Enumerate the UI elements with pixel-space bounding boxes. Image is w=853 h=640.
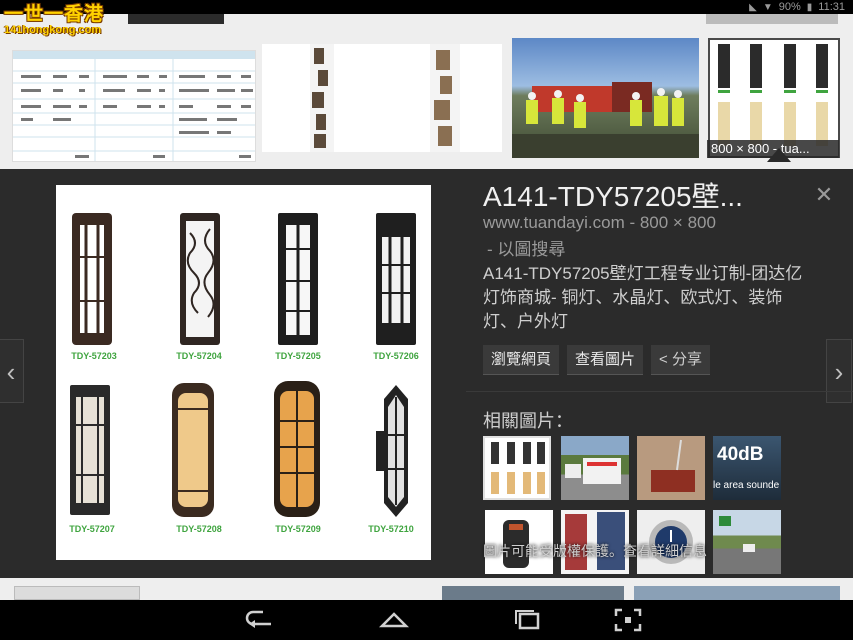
battery-icon: ▮ xyxy=(806,1,813,13)
share-button[interactable]: < 分享 xyxy=(651,345,710,375)
source-link[interactable]: www.tuandayi.com - 800 × 800 xyxy=(483,213,716,233)
result-image-table[interactable] xyxy=(12,50,256,162)
view-image-button[interactable]: 查看圖片 xyxy=(567,345,644,375)
lamp-57205 xyxy=(278,213,318,345)
back-icon[interactable] xyxy=(243,608,275,632)
lamp-57204 xyxy=(180,213,220,345)
lamp-57210 xyxy=(376,385,408,517)
copyright-notice: 圖片可能受版權保護。查看詳細信息 xyxy=(483,543,707,559)
lamp-code: TDY-57210 xyxy=(368,524,414,534)
divider xyxy=(466,391,853,392)
preview-image[interactable]: TDY-57203 TDY-57204 TDY-57205 TDY-57206 … xyxy=(56,185,431,560)
next-arrow-icon[interactable]: › xyxy=(826,339,852,403)
table-lines xyxy=(13,51,255,161)
result-top-edge xyxy=(128,14,224,24)
result-thumb-partial[interactable] xyxy=(442,586,624,600)
thumb-sound-badge: 40dB xyxy=(717,444,764,465)
close-icon[interactable]: ✕ xyxy=(812,183,836,207)
result-top-edge xyxy=(706,14,838,24)
people-thumbnails xyxy=(310,44,460,152)
previous-arrow-icon[interactable]: ‹ xyxy=(0,339,24,403)
thumb-lamps-art xyxy=(491,442,545,494)
lamp-code: TDY-57203 xyxy=(71,351,117,361)
lamp-57208 xyxy=(172,383,214,517)
selection-pointer xyxy=(767,148,791,162)
lamp-57206 xyxy=(376,213,416,345)
image-results-strip: 800 × 800 - tua... xyxy=(0,14,853,169)
action-buttons: 瀏覽網頁 查看圖片 < 分享 xyxy=(483,345,710,375)
visit-page-button[interactable]: 瀏覽網頁 xyxy=(483,345,560,375)
rescue-scene xyxy=(512,82,699,158)
image-title: A141-TDY57205壁... xyxy=(483,181,743,212)
lamp-code: TDY-57209 xyxy=(275,524,321,534)
thumb-highway-art xyxy=(719,516,755,552)
lamp-code: TDY-57204 xyxy=(176,351,222,361)
lamp-code: TDY-57208 xyxy=(176,524,222,534)
status-icons: ◣ ▼ 90% ▮ 11:31 xyxy=(749,0,845,14)
more-results-strip xyxy=(0,578,853,600)
related-thumb-lamps[interactable] xyxy=(483,436,551,500)
clock: 11:31 xyxy=(818,1,845,13)
lamp-code: TDY-57206 xyxy=(373,351,419,361)
navigation-bar xyxy=(0,600,853,640)
battery-percent: 90% xyxy=(778,1,801,13)
thumb-ambulance-art xyxy=(565,458,621,484)
related-images-heading: 相關圖片： xyxy=(483,411,573,431)
screenshot-icon[interactable] xyxy=(612,608,644,632)
thumb-device-art xyxy=(651,439,695,492)
lamp-57209 xyxy=(274,381,320,517)
result-image-people[interactable] xyxy=(262,44,502,152)
lamp-catalog xyxy=(70,213,416,517)
result-image-rescue-crew[interactable] xyxy=(512,38,699,158)
related-thumb-device[interactable] xyxy=(637,436,705,500)
recent-apps-icon[interactable] xyxy=(512,608,544,632)
lamp-code: TDY-57207 xyxy=(69,524,115,534)
watermark-site: 141hongkong.com xyxy=(4,24,102,36)
thumb-sound-caption: le area sounde xyxy=(713,480,780,491)
lamp-57207 xyxy=(70,385,110,515)
result-thumb-partial[interactable] xyxy=(14,586,140,600)
home-icon[interactable] xyxy=(378,608,410,632)
image-description: A141-TDY57205壁灯工程专业订制-团达亿灯饰商城- 铜灯、水晶灯、欧式… xyxy=(483,264,803,331)
watermark-title: 一世一香港 xyxy=(4,3,105,25)
wifi-icon: ▼ xyxy=(762,1,773,13)
image-detail-panel: ‹ › TDY-57203 TDY-57204 TDY-57205 TDY-57… xyxy=(0,169,853,578)
related-thumb-ambulance[interactable] xyxy=(561,436,629,500)
lamp-57203 xyxy=(72,213,112,345)
search-by-image-link[interactable]: - 以圖搜尋 xyxy=(487,235,565,260)
screen: ◣ ▼ 90% ▮ 11:31 一世一香港 141hongkong.com 果而 xyxy=(0,0,853,640)
result-thumb-partial[interactable] xyxy=(634,586,840,600)
related-thumb-sound[interactable]: 40dB le area sounde xyxy=(713,436,781,500)
watermark-logo: 一世一香港 141hongkong.com xyxy=(4,4,104,36)
related-thumb-highway[interactable] xyxy=(713,510,781,574)
signal-icon: ◣ xyxy=(749,1,757,13)
lamps-thumbnail xyxy=(718,44,828,146)
lamp-code: TDY-57205 xyxy=(275,351,321,361)
